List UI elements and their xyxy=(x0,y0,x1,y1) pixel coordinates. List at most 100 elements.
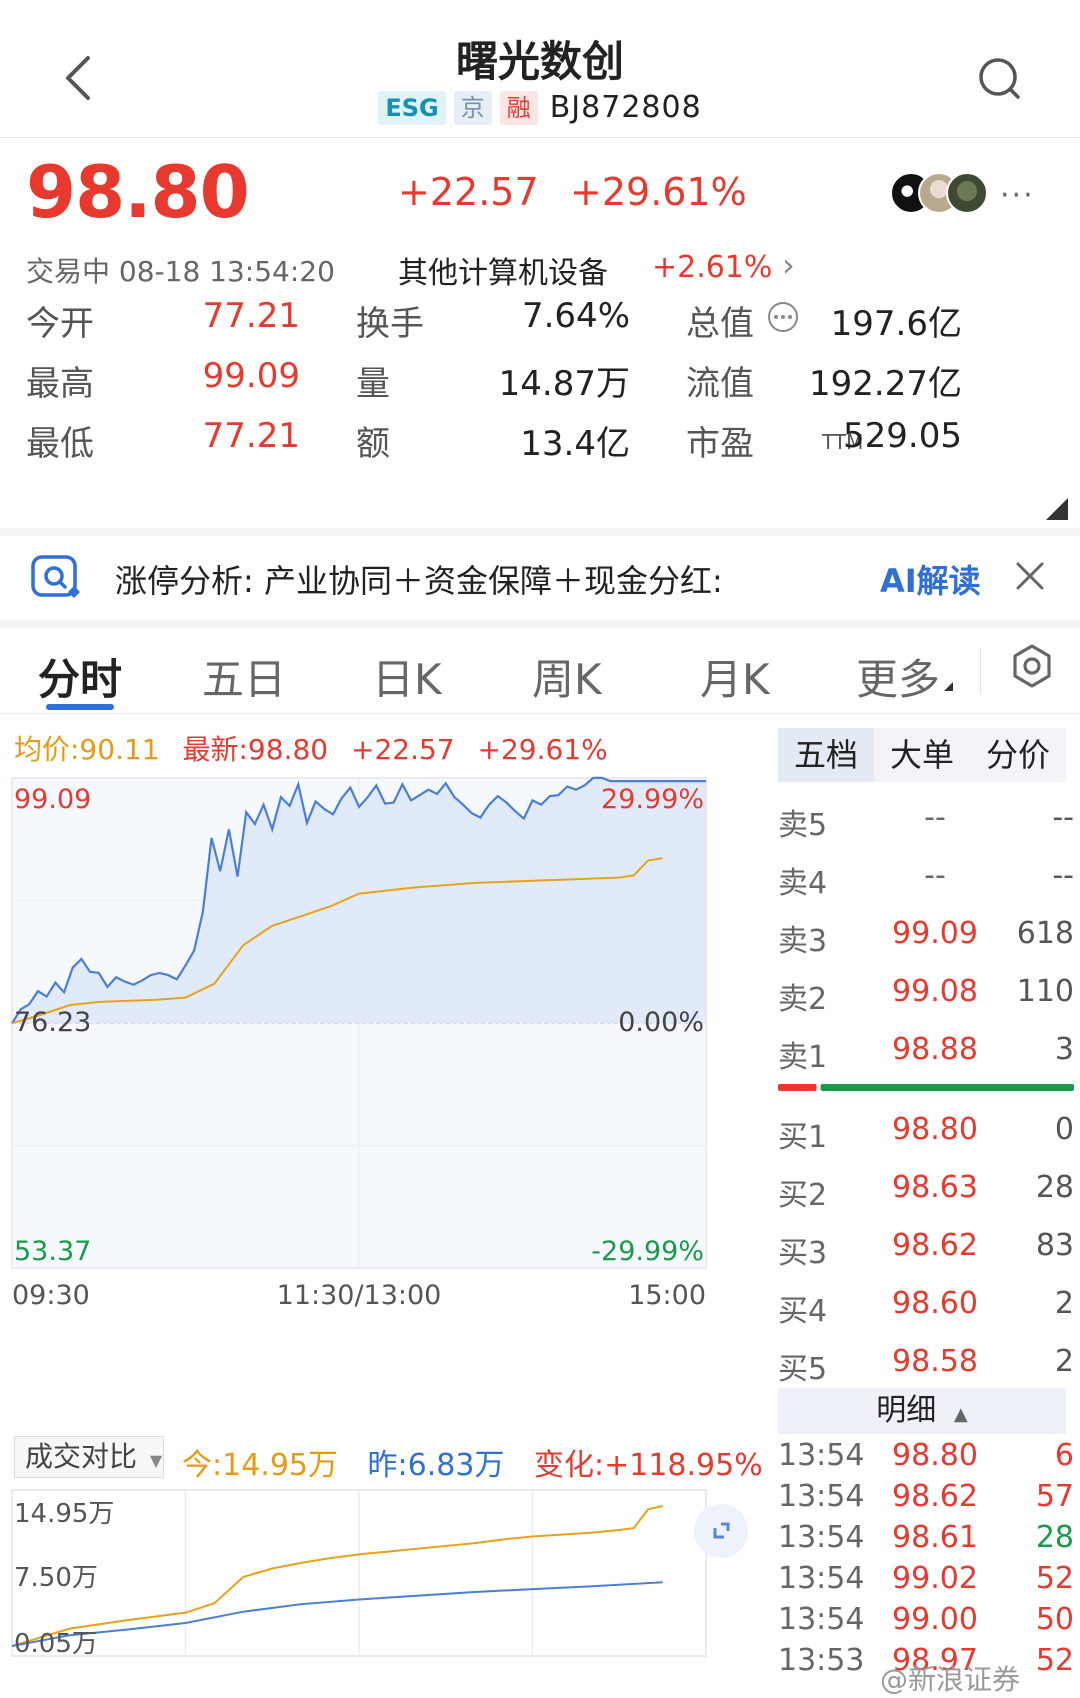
bid-label: 买2 xyxy=(778,1178,828,1213)
stat-value-volume: 14.87万 xyxy=(498,364,630,404)
tab-five-day[interactable]: 五日 xyxy=(202,646,286,707)
trade-time: 13:53 xyxy=(778,1643,865,1678)
bid-row: 买4 98.60 2 xyxy=(778,1286,1074,1330)
trade-time: 13:54 xyxy=(778,1479,865,1514)
x-tick-label: 09:30 xyxy=(12,1280,90,1311)
stat-label-float-cap: 流值 xyxy=(686,364,754,404)
industry-change: +2.61% xyxy=(652,250,773,285)
ask-price: 99.09 xyxy=(892,916,978,951)
trade-volume: 28 xyxy=(1035,1520,1074,1555)
stat-value-amount: 13.4亿 xyxy=(520,424,630,464)
top-bar: 曙光数创 ESG 京 融 BJ872808 xyxy=(0,0,1080,138)
y-tick-label-right: -29.99% xyxy=(591,1236,704,1267)
bid-ask-ratio-bar xyxy=(778,1084,1074,1091)
tab-weekly-k[interactable]: 周K xyxy=(532,646,602,707)
ask-volume: 110 xyxy=(1016,974,1074,1009)
chart-legend: 均价:90.11 最新:98.80 +22.57 +29.61% xyxy=(14,728,622,768)
ask-label: 卖5 xyxy=(778,808,828,843)
yesterday-volume-line xyxy=(11,1581,663,1647)
dropdown-corner-icon xyxy=(944,682,953,691)
ask-price: 98.88 xyxy=(892,1032,978,1067)
dropdown-label: 成交对比 xyxy=(25,1440,138,1473)
stat-value-open: 77.21 xyxy=(202,296,300,336)
trade-volume: 57 xyxy=(1035,1479,1074,1514)
trade-volume: 50 xyxy=(1035,1602,1074,1637)
expand-icon[interactable] xyxy=(694,1504,748,1558)
stat-value-high: 99.09 xyxy=(202,356,300,396)
tab-daily-k[interactable]: 日K xyxy=(372,646,442,707)
trade-detail-toggle[interactable]: 明细 ▲ xyxy=(778,1388,1066,1434)
ask-row: 卖3 99.09 618 xyxy=(778,916,1074,960)
legend-volume-change: 变化:+118.95% xyxy=(534,1448,763,1483)
ask-volume: -- xyxy=(1052,800,1074,835)
trade-volume: 52 xyxy=(1035,1561,1074,1596)
tab-intraday[interactable]: 分时 xyxy=(38,646,122,707)
legend-today-volume: 今:14.95万 xyxy=(182,1448,338,1483)
trade-time: 13:54 xyxy=(778,1602,865,1637)
settings-icon[interactable] xyxy=(1008,642,1056,690)
more-icon[interactable]: ··· xyxy=(1000,178,1035,213)
ask-row: 卖5 -- -- xyxy=(778,800,1074,844)
trade-volume: 6 xyxy=(1054,1438,1074,1473)
bid-row: 买5 98.58 2 xyxy=(778,1344,1074,1388)
chart-period-tabs: 分时 五日 日K 周K 月K 更多 xyxy=(0,628,1080,714)
margin-tag: 融 xyxy=(499,90,538,125)
stat-label-pe: 市盈 xyxy=(686,424,754,464)
bid-row: 买2 98.63 28 xyxy=(778,1170,1074,1214)
y-tick-label-right: 0.00% xyxy=(618,1007,704,1038)
tab-big-orders[interactable]: 大单 xyxy=(874,728,970,782)
search-icon[interactable] xyxy=(976,56,1022,102)
y-tick-label: 0.05万 xyxy=(14,1629,98,1659)
x-tick-label: 11:30/13:00 xyxy=(277,1280,442,1311)
bid-price: 98.60 xyxy=(892,1286,978,1321)
tab-price-distribution[interactable]: 分价 xyxy=(970,728,1066,782)
ask-row: 卖1 98.88 3 xyxy=(778,1032,1074,1076)
y-tick-label: 7.50万 xyxy=(14,1563,98,1593)
bid-label: 买5 xyxy=(778,1352,828,1387)
tab-monthly-k[interactable]: 月K xyxy=(700,646,770,707)
stat-value-market-cap: 197.6亿 xyxy=(830,304,962,344)
volume-compare-dropdown[interactable]: 成交对比 ▼ xyxy=(14,1436,164,1478)
y-tick-label: 99.09 xyxy=(14,784,91,815)
chevron-right-icon[interactable]: › xyxy=(782,246,795,284)
chevron-up-icon: ▲ xyxy=(953,1404,968,1425)
legend-change: +22.57 xyxy=(351,733,455,766)
legend-change-pct: +29.61% xyxy=(477,733,608,766)
trade-row: 13:54 98.62 57 xyxy=(778,1479,1074,1519)
close-icon[interactable] xyxy=(1010,556,1050,596)
info-icon[interactable] xyxy=(766,300,800,334)
stat-value-turnover: 7.64% xyxy=(521,296,630,336)
y-tick-label: 76.23 xyxy=(14,1007,91,1038)
legend-yesterday-volume: 昨:6.83万 xyxy=(367,1448,505,1483)
tab-five-levels[interactable]: 五档 xyxy=(778,728,874,782)
bid-volume: 2 xyxy=(1054,1286,1074,1321)
limit-up-banner[interactable]: 涨停分析: 产业协同＋资金保障＋现金分红: AI解读 xyxy=(0,536,1080,620)
watermark: @新浪证券 xyxy=(880,1663,1021,1696)
chevron-down-icon: ▼ xyxy=(149,1451,163,1470)
industry-link[interactable]: 其他计算机设备 xyxy=(398,248,608,292)
tab-more[interactable]: 更多 xyxy=(856,646,940,707)
community-avatars[interactable] xyxy=(890,172,990,214)
volume-legend: 今:14.95万 昨:6.83万 变化:+118.95% xyxy=(182,1440,783,1484)
bid-volume: 2 xyxy=(1054,1344,1074,1379)
ai-analysis-button[interactable]: AI解读 xyxy=(880,556,981,602)
volume-compare-chart[interactable]: 14.95万 7.50万 0.05万 xyxy=(0,1486,770,1668)
trade-price: 98.61 xyxy=(892,1520,978,1555)
intraday-price-chart[interactable]: 99.09 76.23 53.37 29.99% 0.00% -29.99% 09:30 11… xyxy=(0,766,770,1406)
stat-label-open: 今开 xyxy=(26,304,94,344)
stat-value-pe: 529.05 xyxy=(843,416,962,456)
expand-corner-icon[interactable] xyxy=(1046,498,1068,520)
trade-time: 13:54 xyxy=(778,1561,865,1596)
esg-tag[interactable]: ESG xyxy=(378,90,446,125)
ask-volume: 3 xyxy=(1054,1032,1074,1067)
divider xyxy=(0,528,1080,536)
y-tick-label: 14.95万 xyxy=(14,1499,114,1529)
bid-row: 买3 98.62 83 xyxy=(778,1228,1074,1272)
bid-price: 98.62 xyxy=(892,1228,978,1263)
stat-label-market-cap: 总值 xyxy=(686,304,754,344)
active-tab-indicator xyxy=(46,704,114,710)
stock-name: 曙光数创 xyxy=(455,37,624,86)
trading-status: 交易中 08-18 13:54:20 xyxy=(26,255,335,288)
ask-volume: 618 xyxy=(1016,916,1074,951)
trade-row: 13:54 99.00 50 xyxy=(778,1602,1074,1642)
